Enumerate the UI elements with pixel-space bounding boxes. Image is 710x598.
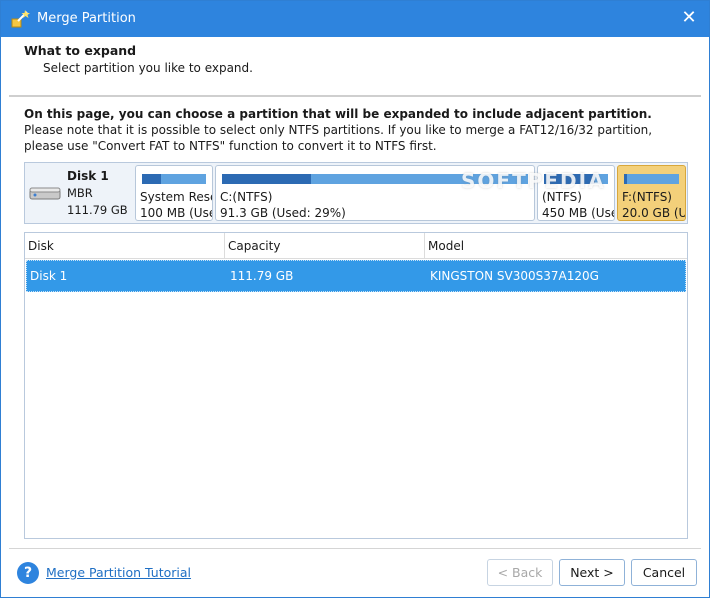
- step-title: What to expand: [24, 43, 137, 58]
- table-header: Disk Capacity Model: [25, 233, 687, 259]
- header-divider: [9, 95, 701, 97]
- partition-info: 20.0 GB (U: [622, 206, 686, 220]
- usage-used: [142, 174, 162, 184]
- usage-bar: [624, 174, 679, 184]
- partition-info: 100 MB (Use: [140, 206, 213, 220]
- partition-info: 450 MB (Use: [542, 206, 615, 220]
- watermark: SOFTPEDIA: [461, 169, 606, 193]
- back-button[interactable]: < Back: [487, 559, 553, 586]
- instructions-text: On this page, you can choose a partition…: [24, 106, 694, 154]
- window-title: Merge Partition: [37, 11, 136, 26]
- tutorial-link[interactable]: Merge Partition Tutorial: [46, 565, 191, 580]
- step-subtitle: Select partition you like to expand.: [43, 61, 253, 75]
- partition-f[interactable]: F:(NTFS) 20.0 GB (U: [617, 165, 686, 221]
- table-row[interactable]: Disk 1 111.79 GB KINGSTON SV300S37A120G: [26, 260, 686, 292]
- cell-disk: Disk 1: [30, 269, 68, 283]
- hard-disk-icon: [29, 187, 61, 200]
- disk-info[interactable]: Disk 1 MBR 111.79 GB: [25, 163, 133, 223]
- next-button[interactable]: Next >: [559, 559, 625, 586]
- disk-name: Disk 1: [67, 169, 109, 183]
- instructions-rest: Please note that it is possible to selec…: [24, 123, 653, 153]
- usage-used: [222, 174, 311, 184]
- help-icon[interactable]: ?: [17, 562, 39, 584]
- partition-info: 91.3 GB (Used: 29%): [220, 206, 346, 220]
- close-icon[interactable]: ✕: [679, 8, 699, 28]
- instructions-bold: On this page, you can choose a partition…: [24, 107, 652, 121]
- usage-bar: [142, 174, 206, 184]
- cell-model: KINGSTON SV300S37A120G: [430, 269, 599, 283]
- partition-label: System Rese: [140, 190, 213, 204]
- column-header-model[interactable]: Model: [425, 233, 687, 259]
- cancel-button[interactable]: Cancel: [631, 559, 697, 586]
- partition-label: C:(NTFS): [220, 190, 273, 204]
- footer-divider: [9, 548, 701, 549]
- merge-partition-window: Merge Partition ✕ What to expand Select …: [0, 0, 710, 598]
- wizard-header: What to expand Select partition you like…: [1, 37, 709, 95]
- usage-used: [624, 174, 627, 184]
- partition-label: F:(NTFS): [622, 190, 672, 204]
- title-bar: Merge Partition ✕: [1, 1, 709, 37]
- disk-type: MBR: [67, 186, 93, 200]
- cell-capacity: 111.79 GB: [230, 269, 294, 283]
- column-header-capacity[interactable]: Capacity: [225, 233, 425, 259]
- disk-table: Disk Capacity Model Disk 1 111.79 GB KIN…: [24, 232, 688, 539]
- disk-size: 111.79 GB: [67, 203, 128, 217]
- column-header-disk[interactable]: Disk: [25, 233, 225, 259]
- partition-system-reserved[interactable]: System Rese 100 MB (Use: [135, 165, 213, 221]
- merge-wand-icon: [11, 10, 30, 28]
